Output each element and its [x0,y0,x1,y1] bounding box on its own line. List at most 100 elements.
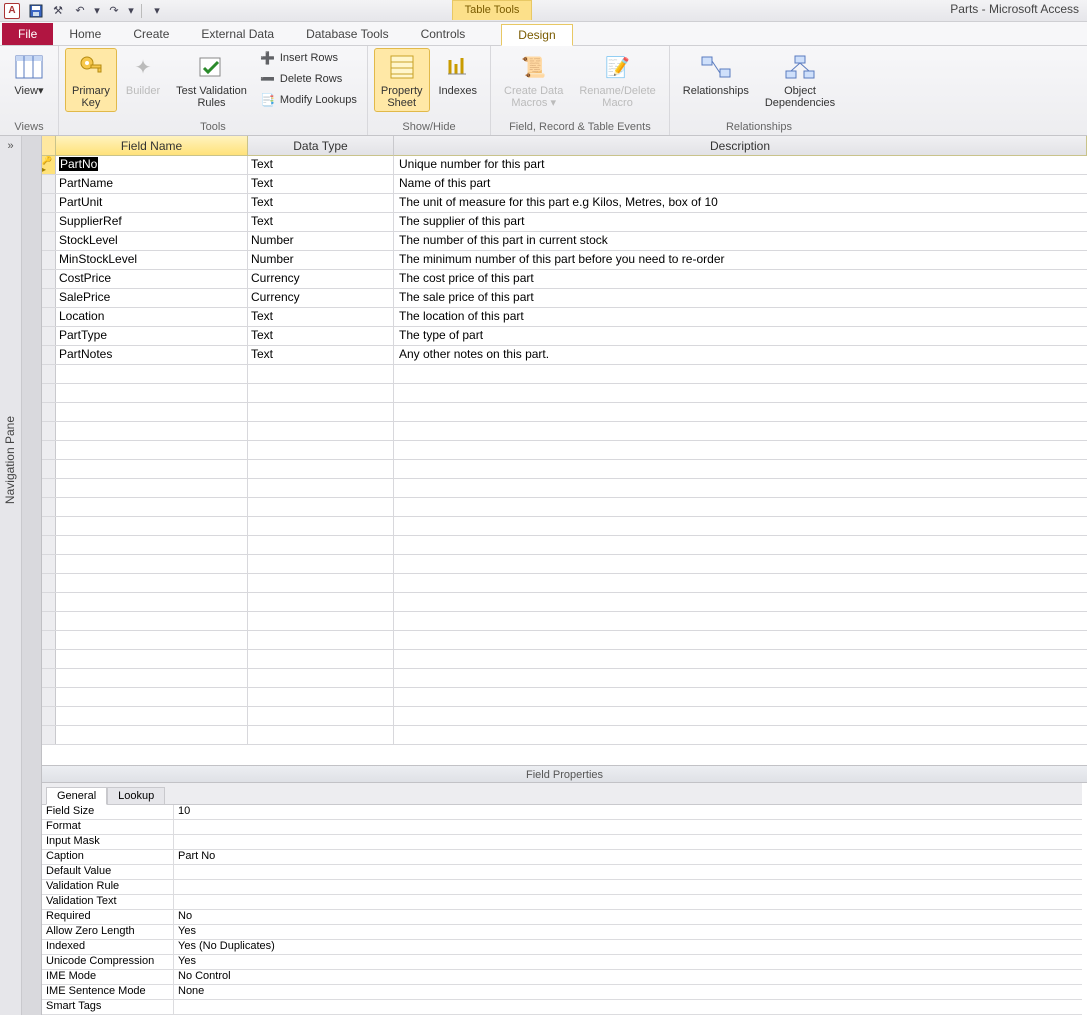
col-header-datatype[interactable]: Data Type [248,136,394,156]
cell-fieldname[interactable] [56,688,248,706]
cell-fieldname[interactable] [56,612,248,630]
property-row[interactable]: RequiredNo [42,910,1082,925]
cell-fieldname[interactable]: PartUnit [56,194,248,212]
cell-description[interactable] [394,460,1087,478]
cell-description[interactable] [394,593,1087,611]
cell-datatype[interactable]: Currency [248,270,394,288]
tab-controls[interactable]: Controls [405,23,482,45]
design-grid-row-empty[interactable] [42,460,1087,479]
cell-description[interactable]: The minimum number of this part before y… [394,251,1087,269]
cell-description[interactable]: The supplier of this part [394,213,1087,231]
row-selector[interactable] [42,688,56,706]
design-grid-row[interactable]: PartTypeTextThe type of part [42,327,1087,346]
design-grid-row-empty[interactable] [42,555,1087,574]
row-selector[interactable] [42,327,56,345]
property-value[interactable] [174,820,1082,834]
cell-datatype[interactable] [248,726,394,744]
row-selector[interactable] [42,403,56,421]
property-row[interactable]: Validation Rule [42,880,1082,895]
row-selector[interactable] [42,536,56,554]
design-grid-row[interactable]: PartUnitTextThe unit of measure for this… [42,194,1087,213]
design-grid-row-empty[interactable] [42,593,1087,612]
cell-description[interactable]: The cost price of this part [394,270,1087,288]
property-row[interactable]: Unicode CompressionYes [42,955,1082,970]
undo-dropdown-icon[interactable]: ▾ [92,2,102,20]
row-selector[interactable] [42,631,56,649]
save-icon[interactable] [26,2,46,20]
tab-external-data[interactable]: External Data [185,23,290,45]
cell-description[interactable] [394,574,1087,592]
cell-description[interactable]: Any other notes on this part. [394,346,1087,364]
redo-dropdown-icon[interactable]: ▾ [126,2,136,20]
design-grid-row-empty[interactable] [42,631,1087,650]
cell-fieldname[interactable]: MinStockLevel [56,251,248,269]
cell-fieldname[interactable]: Location [56,308,248,326]
property-value[interactable]: No [174,910,1082,924]
cell-description[interactable] [394,726,1087,744]
design-grid-row-empty[interactable] [42,384,1087,403]
cell-fieldname[interactable] [56,422,248,440]
row-selector[interactable] [42,726,56,744]
cell-fieldname[interactable] [56,555,248,573]
cell-datatype[interactable] [248,669,394,687]
relationships-button[interactable]: Relationships [676,48,756,100]
design-grid-row-empty[interactable] [42,612,1087,631]
access-app-icon[interactable]: A [4,3,20,19]
row-selector[interactable] [42,422,56,440]
design-grid-row-empty[interactable] [42,669,1087,688]
cell-fieldname[interactable]: PartName [56,175,248,193]
cell-description[interactable] [394,422,1087,440]
property-value[interactable]: 10 [174,805,1082,819]
cell-description[interactable] [394,517,1087,535]
cell-fieldname[interactable] [56,726,248,744]
insert-rows-button[interactable]: ➕ Insert Rows [256,48,361,68]
row-selector[interactable] [42,650,56,668]
property-row[interactable]: Input Mask [42,835,1082,850]
cell-datatype[interactable]: Text [248,327,394,345]
property-row[interactable]: Format [42,820,1082,835]
file-tab[interactable]: File [2,23,53,45]
cell-datatype[interactable] [248,555,394,573]
cell-datatype[interactable] [248,707,394,725]
view-button[interactable]: View▾ [6,48,52,100]
cell-description[interactable]: The location of this part [394,308,1087,326]
cell-description[interactable] [394,365,1087,383]
cell-datatype[interactable]: Text [248,175,394,193]
cell-fieldname[interactable]: SalePrice [56,289,248,307]
cell-description[interactable]: The unit of measure for this part e.g Ki… [394,194,1087,212]
cell-description[interactable]: The sale price of this part [394,289,1087,307]
cell-datatype[interactable] [248,593,394,611]
property-value[interactable] [174,1000,1082,1014]
design-grid-row-empty[interactable] [42,498,1087,517]
cell-description[interactable]: Unique number for this part [394,156,1087,174]
row-selector[interactable] [42,175,56,193]
property-row[interactable]: Allow Zero LengthYes [42,925,1082,940]
row-selector[interactable] [42,517,56,535]
cell-fieldname[interactable]: PartNotes [56,346,248,364]
row-selector[interactable] [42,346,56,364]
row-selector[interactable] [42,365,56,383]
design-grid-row[interactable]: CostPriceCurrencyThe cost price of this … [42,270,1087,289]
cell-description[interactable] [394,555,1087,573]
cell-description[interactable] [394,384,1087,402]
cell-fieldname[interactable] [56,593,248,611]
design-grid-row[interactable]: LocationTextThe location of this part [42,308,1087,327]
cell-description[interactable]: The type of part [394,327,1087,345]
property-row[interactable]: IndexedYes (No Duplicates) [42,940,1082,955]
property-row[interactable]: IME Sentence ModeNone [42,985,1082,1000]
cell-description[interactable] [394,650,1087,668]
cell-description[interactable] [394,498,1087,516]
cell-datatype[interactable] [248,498,394,516]
design-grid-row-empty[interactable] [42,707,1087,726]
primary-key-button[interactable]: PrimaryKey [65,48,117,112]
design-grid-row-empty[interactable] [42,650,1087,669]
cell-description[interactable] [394,403,1087,421]
cell-datatype[interactable]: Text [248,156,394,174]
tab-lookup[interactable]: Lookup [107,787,165,805]
cell-datatype[interactable]: Number [248,251,394,269]
row-selector[interactable] [42,232,56,250]
row-selector[interactable] [42,441,56,459]
row-selector[interactable] [42,460,56,478]
cell-datatype[interactable] [248,517,394,535]
row-selector[interactable] [42,555,56,573]
